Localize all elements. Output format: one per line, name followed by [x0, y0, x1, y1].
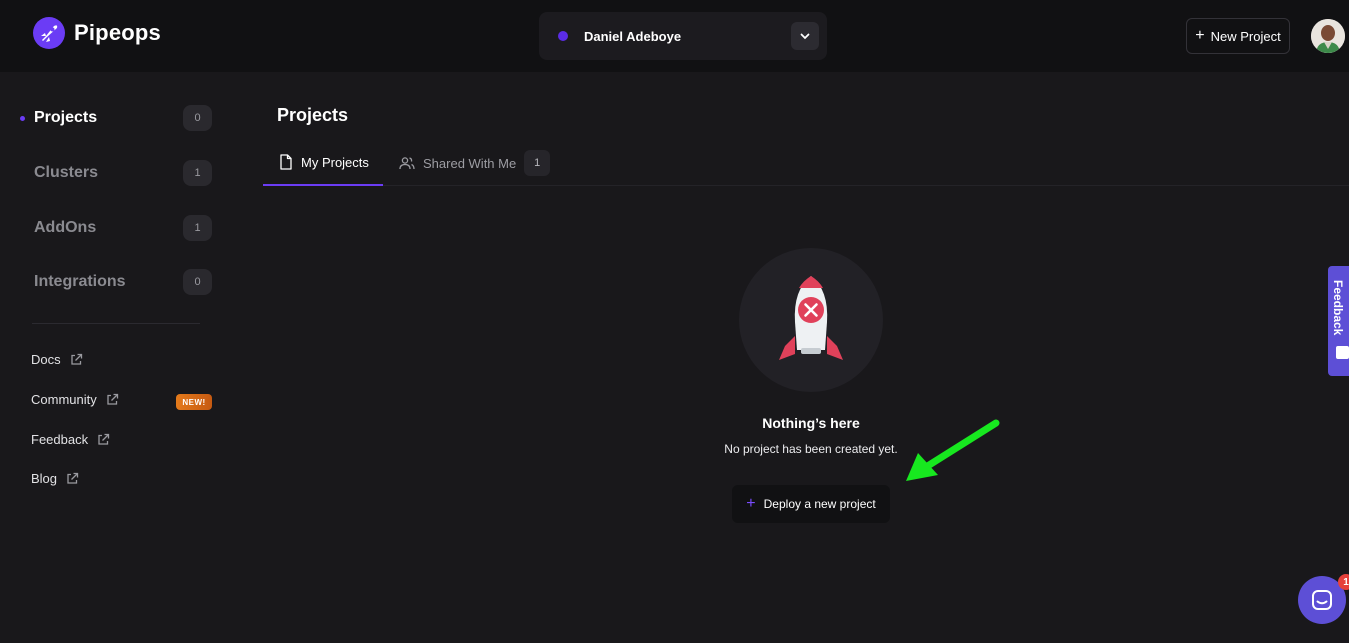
- tab-shared-with-me[interactable]: Shared With Me 1: [399, 140, 551, 186]
- tab-my-projects[interactable]: My Projects: [263, 140, 383, 186]
- tab-label: My Projects: [301, 154, 369, 170]
- chat-icon: [1312, 590, 1332, 610]
- count-badge: 0: [183, 105, 212, 131]
- sidebar: Projects 0 Clusters 1 AddOns 1 Integrati…: [0, 72, 232, 643]
- plus-icon: +: [746, 495, 756, 512]
- document-icon: [280, 154, 292, 170]
- sidebar-item-addons[interactable]: AddOns 1: [0, 208, 232, 248]
- count-badge: 0: [183, 269, 212, 295]
- active-indicator: [20, 115, 25, 121]
- new-project-button[interactable]: + New Project: [1186, 18, 1290, 54]
- annotation-arrow: [906, 419, 1000, 481]
- count-badge: 1: [524, 150, 551, 176]
- tab-label: Shared With Me: [423, 155, 517, 171]
- count-badge: 1: [183, 160, 212, 186]
- avatar-image: [1311, 19, 1345, 53]
- plus-icon: +: [1195, 27, 1205, 44]
- sidebar-link-community[interactable]: Community: [31, 392, 119, 407]
- feedback-tab-label: Feedback: [1331, 280, 1345, 336]
- external-link-icon: [107, 393, 118, 405]
- sidebar-item-clusters[interactable]: Clusters 1: [0, 153, 232, 193]
- rocket-logo-icon: [33, 17, 65, 49]
- sidebar-item-label: Integrations: [34, 273, 126, 290]
- external-link-icon: [70, 353, 82, 365]
- chevron-down-icon[interactable]: [791, 22, 819, 50]
- new-badge: NEW!: [176, 394, 212, 410]
- user-avatar[interactable]: [1311, 19, 1345, 53]
- message-icon: [1336, 346, 1349, 359]
- external-link-icon: [98, 433, 110, 445]
- link-label: Blog: [31, 471, 58, 486]
- sidebar-item-projects[interactable]: Projects 0: [0, 98, 232, 138]
- sidebar-link-blog[interactable]: Blog: [31, 471, 79, 486]
- brand-name: Pipeops: [74, 20, 161, 45]
- sidebar-item-label: Clusters: [34, 164, 99, 181]
- sidebar-item-integrations[interactable]: Integrations 0: [0, 262, 232, 302]
- link-label: Community: [31, 392, 97, 407]
- sidebar-item-label: AddOns: [34, 219, 97, 236]
- top-bar: Pipeops Daniel Adeboye + New Project: [0, 0, 1349, 72]
- count-badge: 1: [183, 215, 212, 241]
- workspace-selector[interactable]: Daniel Adeboye: [539, 12, 827, 60]
- project-tabs: My Projects Shared With Me 1: [263, 140, 1349, 186]
- workspace-name: Daniel Adeboye: [584, 28, 682, 44]
- sidebar-divider: [32, 323, 200, 324]
- sidebar-link-docs[interactable]: Docs: [31, 352, 83, 367]
- workspace-status-dot: [558, 31, 568, 41]
- empty-state-illustration: [739, 248, 883, 392]
- notification-badge: 1: [1338, 574, 1349, 590]
- empty-state-title: Nothing’s here: [762, 415, 860, 431]
- feedback-side-tab[interactable]: Feedback: [1328, 266, 1349, 376]
- page-title: Projects: [277, 105, 349, 125]
- users-icon: [399, 157, 415, 170]
- brand-logo[interactable]: Pipeops: [32, 16, 161, 50]
- sidebar-link-feedback[interactable]: Feedback: [31, 432, 110, 447]
- sidebar-item-label: Projects: [34, 109, 98, 126]
- rocket-error-icon: [779, 276, 843, 360]
- link-label: Docs: [31, 352, 61, 367]
- new-project-label: New Project: [1210, 28, 1281, 44]
- link-label: Feedback: [31, 432, 89, 447]
- deploy-new-project-button[interactable]: + Deploy a new project: [732, 485, 890, 523]
- external-link-icon: [67, 472, 79, 484]
- deploy-button-label: Deploy a new project: [763, 497, 876, 511]
